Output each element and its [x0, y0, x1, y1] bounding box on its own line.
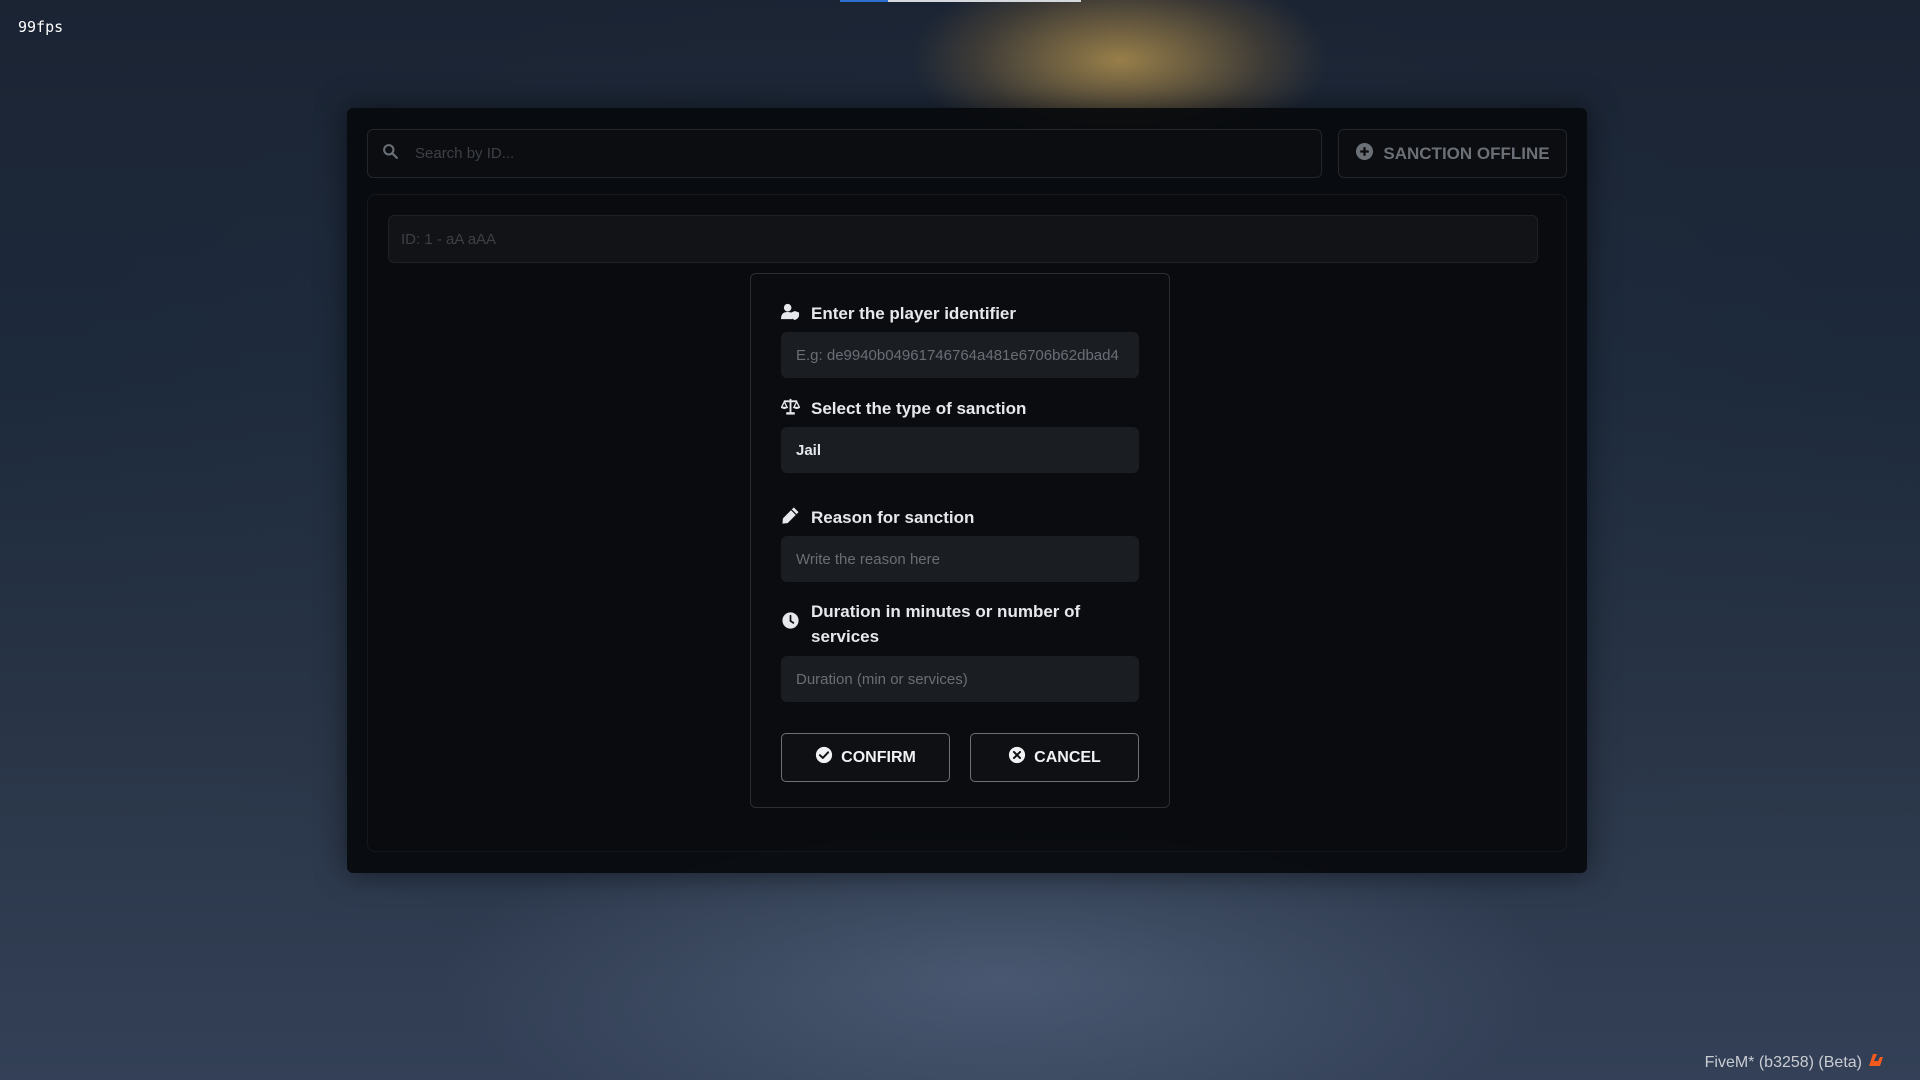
build-label: FiveM* (b3258) (Beta) [1704, 1053, 1862, 1071]
fivem-logo-icon [1868, 1053, 1884, 1072]
fps-counter: 99fps [18, 18, 64, 36]
top-loading-bar [840, 0, 1081, 2]
duration-input[interactable] [781, 656, 1139, 702]
player-list-item-label: ID: 1 - aA aAA [401, 230, 497, 248]
build-info: FiveM* (b3258) (Beta) [1705, 1053, 1884, 1072]
clock-icon [781, 611, 800, 637]
player-identifier-input[interactable] [781, 332, 1139, 378]
duration-label-text: Duration in minutes or number of service… [811, 602, 1081, 646]
scale-icon [780, 397, 801, 421]
identifier-label: Enter the player identifier [781, 302, 1016, 326]
search-box[interactable] [367, 129, 1322, 178]
pen-icon [781, 506, 800, 530]
duration-label: Duration in minutes or number of service… [781, 599, 1111, 649]
sanction-offline-button[interactable]: SANCTION OFFLINE [1338, 129, 1567, 178]
plus-circle-icon [1355, 142, 1374, 166]
user-shield-icon [781, 302, 800, 326]
reason-input[interactable] [781, 536, 1139, 582]
player-list-item[interactable]: ID: 1 - aA aAA [388, 215, 1538, 263]
search-icon [382, 143, 399, 165]
check-circle-icon [815, 746, 833, 769]
top-loading-bar-fill [840, 0, 888, 2]
reason-label: Reason for sanction [781, 506, 974, 530]
sanction-type-selected: Jail [796, 441, 822, 459]
x-circle-icon [1008, 746, 1026, 769]
sanction-type-label: Select the type of sanction [780, 397, 1027, 421]
search-input[interactable] [413, 144, 1321, 163]
cancel-button[interactable]: CANCEL [970, 733, 1139, 782]
cancel-button-label: CANCEL [1034, 748, 1101, 766]
confirm-button[interactable]: CONFIRM [781, 733, 950, 782]
confirm-button-label: CONFIRM [841, 748, 916, 766]
sanction-offline-label: SANCTION OFFLINE [1383, 143, 1550, 163]
identifier-label-text: Enter the player identifier [811, 304, 1016, 323]
sanction-type-label-text: Select the type of sanction [811, 399, 1027, 418]
sanction-modal: Enter the player identifier Select the t… [750, 273, 1170, 808]
sanction-type-select[interactable]: Jail [781, 427, 1139, 473]
reason-label-text: Reason for sanction [811, 508, 975, 527]
